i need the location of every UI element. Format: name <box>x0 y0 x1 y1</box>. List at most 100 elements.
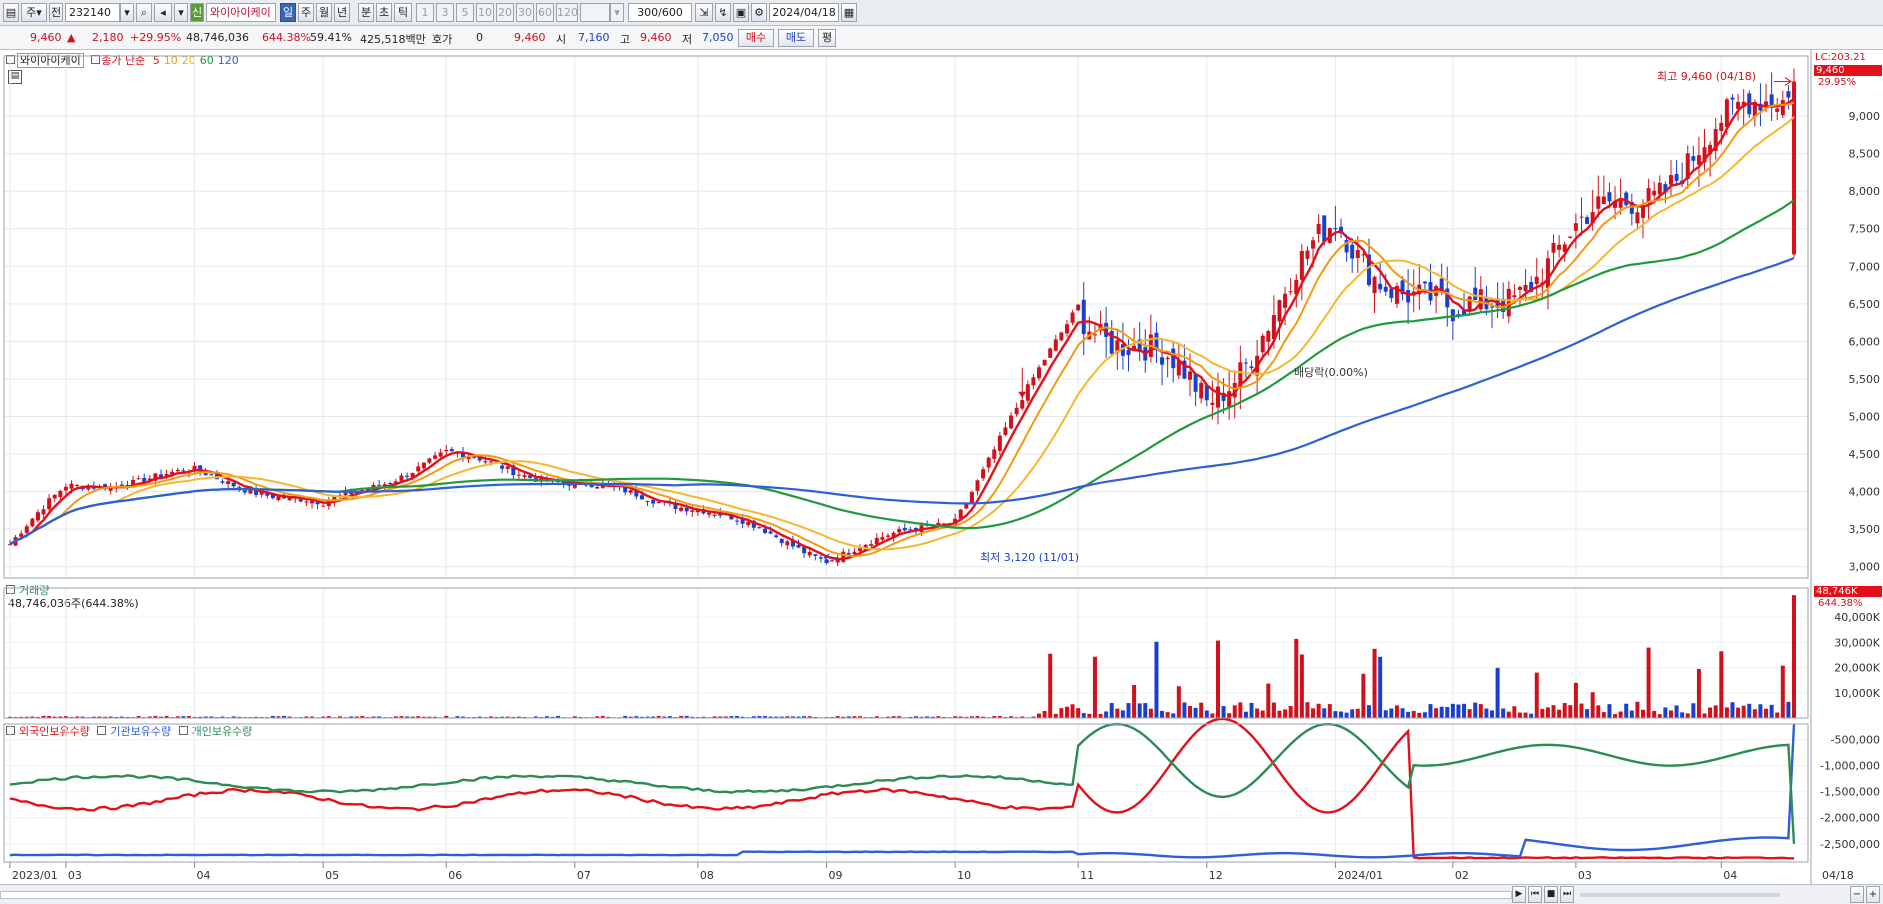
custom-interval-input[interactable] <box>580 3 610 22</box>
volume-ratio: 644.38% <box>262 31 311 44</box>
calendar-icon[interactable]: ▦ <box>841 3 857 22</box>
code-dropdown-icon[interactable]: ▾ <box>120 3 134 22</box>
last-candle-body <box>1792 81 1796 255</box>
month-tick-label: 03 <box>68 869 82 882</box>
evaluate-button[interactable]: 평 <box>818 29 836 47</box>
holdings-tick-label: -1,500,000 <box>1820 786 1880 799</box>
interval-60[interactable]: 60 <box>536 3 554 22</box>
volume-bar <box>1668 710 1673 718</box>
price-tick-label: 9,000 <box>1849 110 1881 123</box>
stock-name-field[interactable]: 와이아이케이 <box>206 3 276 22</box>
candle-body <box>707 512 712 515</box>
month-tick-label: 03 <box>1578 869 1592 882</box>
volume-bar <box>1104 711 1109 718</box>
candle-body <box>242 490 247 493</box>
candle-body <box>1081 299 1086 335</box>
window-menu-icon[interactable]: ▤ <box>3 3 19 22</box>
tab-month[interactable]: 월 <box>316 3 332 22</box>
nav-dropdown-icon[interactable]: ▾ <box>174 3 188 22</box>
candle-body <box>1691 156 1696 161</box>
custom-interval-dropdown-icon[interactable]: ▾ <box>610 3 624 22</box>
candle-body <box>656 501 661 504</box>
candle-body <box>679 507 684 511</box>
candle-body <box>981 469 986 479</box>
volume-bar <box>1148 708 1153 718</box>
volume-bar <box>1462 703 1467 718</box>
volume-bar <box>1299 654 1304 718</box>
moving-average-lines <box>9 97 1795 561</box>
zoom-in-icon[interactable]: + <box>1866 886 1880 903</box>
candle-body <box>444 449 449 452</box>
tab-second[interactable]: 초 <box>376 3 392 22</box>
volume-bar <box>1366 705 1371 718</box>
candle-body <box>1266 331 1271 342</box>
interval-1[interactable]: 1 <box>416 3 434 22</box>
search-icon[interactable]: ⌕ <box>136 3 152 22</box>
candle-body <box>1288 291 1293 293</box>
zoom-icon[interactable]: ⇲ <box>695 3 713 22</box>
draw-tool-icon[interactable]: ↯ <box>715 3 731 22</box>
dividend-marker-head <box>1018 391 1027 398</box>
gear-icon[interactable]: ⚙ <box>751 3 767 22</box>
tab-tick[interactable]: 틱 <box>394 3 412 22</box>
candle-body <box>522 475 527 477</box>
annotation-dividend: 배당락(0.00%) <box>1294 366 1368 379</box>
candle-body <box>1585 217 1590 224</box>
sell-button[interactable]: 매도 <box>778 29 814 47</box>
candle-body <box>1383 286 1388 292</box>
save-icon[interactable]: ▣ <box>733 3 749 22</box>
stop-icon[interactable]: ■ <box>1544 886 1558 903</box>
zoom-out-icon[interactable]: − <box>1850 886 1864 903</box>
volume-bar <box>1227 713 1232 718</box>
next-icon[interactable]: ⏭ <box>1560 886 1574 903</box>
volume-bar <box>1171 713 1176 718</box>
candle-body <box>651 499 656 504</box>
scroll-right-icon[interactable]: ▶ <box>1512 886 1526 903</box>
volume-bar <box>1400 708 1405 718</box>
volume-bar <box>1758 704 1763 718</box>
volume-bar <box>1070 704 1075 718</box>
tab-day[interactable]: 일 <box>280 3 296 22</box>
volume-bar <box>1215 640 1220 718</box>
speaker-icon[interactable]: ◂ <box>154 3 172 22</box>
buy-button[interactable]: 매수 <box>738 29 774 47</box>
interval-3[interactable]: 3 <box>436 3 454 22</box>
prefix-button[interactable]: 전 <box>49 3 63 22</box>
volume-bar <box>1048 653 1053 718</box>
stock-chart[interactable]: 3,000 3,500 4,000 4,500 5,000 5,500 6,000 6,500… <box>0 50 1883 884</box>
navigation-bar: ▶ ⏮ ■ ⏭ − + <box>0 884 1883 904</box>
volume-bar <box>1322 708 1327 718</box>
volume-bar <box>1719 651 1724 718</box>
volume-bar <box>1680 712 1685 718</box>
candle-body <box>992 449 997 459</box>
quote-bar: 9,460 ▲ 2,180 +29.95% 48,746,036 644.38%… <box>0 26 1883 50</box>
month-tick-label: 12 <box>1209 869 1223 882</box>
period-select[interactable]: 주▾ <box>21 3 47 22</box>
volume-bar <box>1450 703 1455 718</box>
interval-120[interactable]: 120 <box>556 3 578 22</box>
date-input[interactable]: 2024/04/18 <box>769 3 839 22</box>
interval-20[interactable]: 20 <box>496 3 514 22</box>
candle-body <box>785 541 790 546</box>
interval-10[interactable]: 10 <box>476 3 494 22</box>
tab-week[interactable]: 주 <box>298 3 314 22</box>
interval-5[interactable]: 5 <box>456 3 474 22</box>
volume-bar <box>1137 703 1142 718</box>
candle-body <box>1517 287 1522 290</box>
candle-body <box>1406 290 1411 303</box>
candle-body <box>846 552 851 555</box>
first-icon[interactable]: ⏮ <box>1528 886 1542 903</box>
candle-body <box>645 500 650 502</box>
tab-year[interactable]: 년 <box>334 3 350 22</box>
volume-bar <box>1037 713 1042 718</box>
zoom-slider[interactable] <box>1580 893 1780 897</box>
volume-bar <box>1741 705 1746 718</box>
tab-minute[interactable]: 분 <box>358 3 374 22</box>
volume-bar <box>1406 711 1411 718</box>
volume-bar <box>1506 711 1511 718</box>
count-field[interactable]: 300/600 <box>628 3 692 22</box>
scroll-track[interactable] <box>0 891 1512 899</box>
interval-30[interactable]: 30 <box>516 3 534 22</box>
month-tick-label: 02 <box>1455 869 1469 882</box>
stock-code-input[interactable]: 232140 <box>65 3 120 22</box>
